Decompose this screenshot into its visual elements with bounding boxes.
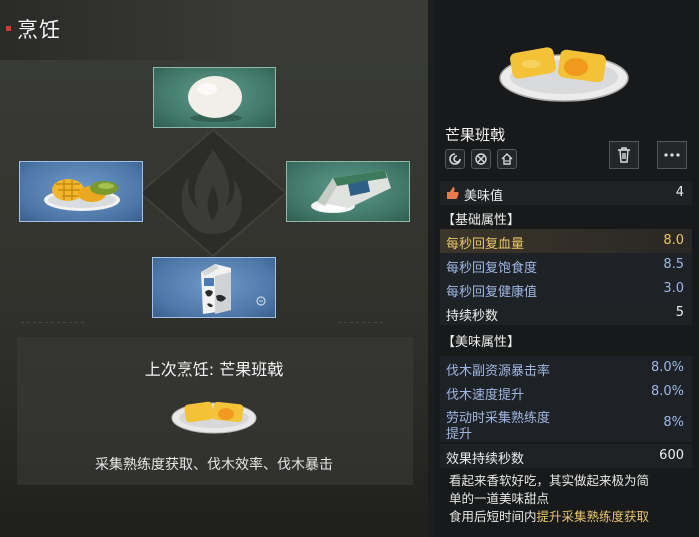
stat-label: 每秒回复血量 [446,237,525,252]
base-stats-header-label: 【基础属性】 [442,213,521,228]
base-stats-header: 【基础属性】 [440,205,692,229]
ingredient-slot-top[interactable] [153,67,276,128]
milk-carton-icon [201,264,266,314]
description-highlight: 提升采集熟练度获取 [536,509,650,524]
stat-label: 每秒回复健康值 [446,285,538,300]
decor-caption-left: — — — — — — — — — — — [21,320,85,326]
ingredient-slot-bottom[interactable] [152,257,276,318]
stat-value: 8.5 [663,257,684,272]
bonus-stats-header: 【美味属性】 [440,327,692,351]
decor-caption-right: — — — — — — — — [338,320,384,326]
house-tag-icon[interactable] [497,149,517,169]
stat-row: 每秒回复健康值 3.0 [440,277,692,301]
ingredient-slot-left[interactable] [19,161,143,222]
flour-bag-icon [311,170,391,213]
rating-label: 美味值 [464,189,504,204]
crossed-tag-icon[interactable] [471,149,491,169]
stat-value: 8.0% [650,384,684,399]
stat-row: 每秒回复血量 8.0 [440,229,692,253]
stat-row: 每秒回复饱食度 8.5 [440,253,692,277]
stat-value: 8.0 [663,233,684,248]
stat-value: 3.0 [663,281,684,296]
stat-value: 600 [659,448,684,463]
stat-label-line2: 提升 [446,427,473,442]
swirl-tag-icon[interactable] [445,149,465,169]
delete-button[interactable] [609,141,639,169]
stat-label: 伐木副资源暴击率 [446,364,551,379]
stat-row: 持续秒数 5 [440,301,692,325]
title-marker [6,26,11,31]
stat-value: 8% [663,415,684,430]
panel-header [0,0,428,60]
description-line: 食用后短时间内提升采集熟练度获取 [449,508,693,526]
item-name: 芒果班戟 [445,126,506,144]
more-icon [664,153,680,157]
bonus-stats-header-label: 【美味属性】 [442,335,521,350]
stat-row: 劳动时采集熟练度 提升 8% [440,404,692,442]
stat-value: 8.0% [650,360,684,375]
item-description: 看起来香软好吃，其实做起来极为简 单的一道美味甜点 食用后短时间内提升采集熟练度… [449,472,693,526]
description-text: 食用后短时间内 [449,509,537,524]
more-options-button[interactable] [657,141,687,169]
panel-title: 烹饪 [17,18,61,42]
egg-icon [188,76,242,122]
rating-value: 4 [675,185,684,200]
stat-row: 伐木副资源暴击率 8.0% [440,356,692,380]
fire-emblem-icon [138,128,288,258]
item-image-icon [499,47,629,102]
ingredient-slot-right[interactable] [286,161,410,222]
mango-plate-icon [44,179,120,211]
stat-row: 伐木速度提升 8.0% [440,380,692,404]
stat-label: 效果持续秒数 [446,452,525,467]
mango-pancake-plate-icon [171,401,257,434]
stat-label: 每秒回复饱食度 [446,261,538,276]
description-line: 看起来香软好吃，其实做起来极为简 [449,473,650,488]
description-line: 单的一道美味甜点 [449,491,550,506]
stat-row: 效果持续秒数 600 [440,444,692,468]
rating-row: 美味值 4 [440,181,692,205]
stat-value: 5 [675,305,684,320]
stat-label: 伐木速度提升 [446,388,525,403]
last-cook-effects: 采集熟练度获取、伐木效率、伐木暴击 [95,457,333,473]
stat-label: 持续秒数 [446,309,499,324]
thumbs-up-icon [447,187,459,199]
trash-icon [618,147,630,163]
last-cook-title: 上次烹饪: 芒果班戟 [144,360,284,379]
